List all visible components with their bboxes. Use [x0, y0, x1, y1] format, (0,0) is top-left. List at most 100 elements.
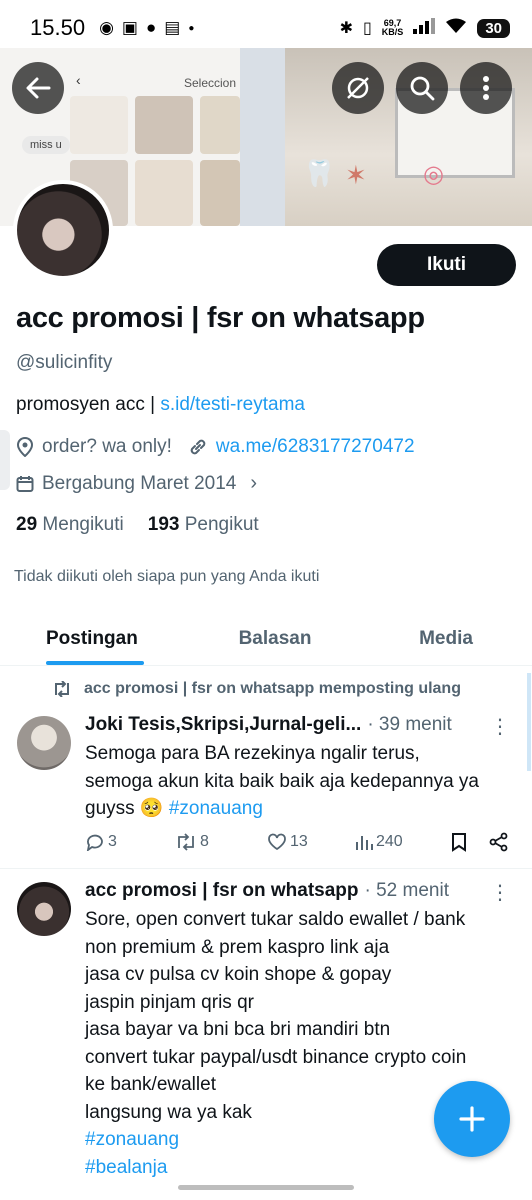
followers-count: 193 [147, 514, 180, 535]
app-icon: ▤ [164, 18, 181, 37]
profile-website[interactable]: wa.me/6283177270472 [216, 436, 415, 458]
views-icon [356, 836, 373, 850]
battery-indicator: 30 [477, 18, 510, 38]
bookmark-action[interactable] [451, 832, 489, 852]
heart-icon [268, 833, 286, 851]
post-text-line: jasa cv pulsa cv koin shope & gopay [85, 964, 392, 985]
banner-chat-bubble: miss u [22, 136, 70, 154]
back-arrow-icon [26, 77, 51, 99]
plus-icon [459, 1106, 485, 1132]
messenger-icon: ● [145, 18, 157, 37]
location-icon [16, 437, 34, 457]
profile-avatar[interactable] [13, 180, 113, 280]
post-author-avatar[interactable] [17, 716, 71, 770]
hashtag-link[interactable]: #bealanja [85, 1154, 525, 1182]
repost-action[interactable]: 8 [175, 833, 267, 851]
more-notifications-dot: ● [188, 22, 195, 34]
repost-icon [178, 833, 194, 851]
calendar-icon [16, 475, 34, 492]
banner-thumb [200, 160, 240, 226]
reply-icon [86, 834, 103, 851]
grok-icon [347, 77, 369, 99]
profile-stats: 29 Mengikuti 193 Pengikut [16, 514, 259, 536]
more-vertical-icon [483, 76, 489, 100]
search-button[interactable] [396, 62, 448, 114]
post-author-name[interactable]: Joki Tesis,Skripsi,Jurnal-geli... [85, 714, 361, 736]
repost-indicator: acc promosi | fsr on whatsapp memposting… [52, 680, 461, 698]
post-text-line: convert tukar paypal/usdt binance crypto… [85, 1046, 467, 1068]
post-text-line: Semoga para BA rezekinya ngalir terus, [85, 743, 420, 764]
vibrate-icon: ▯ [362, 20, 372, 37]
post-text-line: jaspin pinjam qris qr [85, 991, 254, 1013]
following-count: 29 [16, 514, 38, 535]
wifi-icon [445, 18, 467, 39]
banner-thumb [70, 96, 128, 154]
tooth-decoration-icon: 🦷 [303, 158, 336, 188]
post-text-line: guyss 🥺 [85, 798, 169, 819]
following-stat[interactable]: 29 Mengikuti [16, 514, 124, 536]
tab-label: Postingan [46, 627, 138, 649]
like-action[interactable]: 13 [267, 833, 355, 851]
post-more-icon[interactable]: ⋮ [490, 880, 510, 905]
net-speed-unit: KB/S [381, 27, 404, 37]
share-action[interactable] [489, 832, 509, 852]
profile-tabs: Postingan Balasan Media [0, 612, 532, 666]
reply-action[interactable]: 3 [85, 833, 175, 851]
starfish-decoration-icon: ✶ [345, 160, 367, 190]
more-options-button[interactable] [460, 62, 512, 114]
profile-location: order? wa only! [42, 436, 172, 457]
post-text: Semoga para BA rezekinya ngalir terus, s… [85, 740, 525, 823]
profile-meta-location-row: order? wa only! wa.me/6283177270472 [16, 436, 415, 458]
status-time: 15.50 [30, 15, 86, 40]
post-actions: 3 8 13 240 [85, 832, 515, 852]
follow-button[interactable]: Ikuti [377, 244, 516, 286]
tab-label: Media [419, 627, 473, 649]
followers-stat[interactable]: 193 Pengikut [148, 514, 259, 536]
banner-thumb [135, 96, 193, 154]
bio-link[interactable]: s.id/testi-reytama [160, 394, 305, 415]
search-icon [410, 76, 435, 101]
post-text-line: jasa bayar va bni bca bri mandiri btn [85, 1019, 391, 1040]
side-drawer-handle[interactable] [0, 430, 10, 490]
bluetooth-icon: ✱ [339, 20, 353, 37]
tab-postingan[interactable]: Postingan [0, 612, 190, 665]
followers-label: Pengikut [184, 514, 259, 535]
chevron-right-icon: › [250, 472, 258, 494]
repost-count: 8 [200, 833, 209, 850]
compose-post-button[interactable] [434, 1081, 510, 1157]
hashtag-link[interactable]: #zonauang [169, 798, 263, 819]
profile-meta-joined-row[interactable]: Bergabung Maret 2014 › [16, 472, 257, 495]
post-more-icon[interactable]: ⋮ [490, 714, 510, 739]
post-header: Joki Tesis,Skripsi,Jurnal-geli... · 39 m… [85, 714, 452, 736]
profile-display-name: acc promosi | fsr on whatsapp [16, 302, 425, 334]
profile-handle: @sulicinfity [16, 352, 113, 373]
mutual-followers-note: Tidak diikuti oleh siapa pun yang Anda i… [14, 568, 320, 585]
tab-label: Balasan [238, 627, 312, 649]
post-header: acc promosi | fsr on whatsapp · 52 menit [85, 880, 449, 902]
scrollbar[interactable] [527, 673, 531, 771]
post-text-line: semoga akun kita baik baik aja kedepanny… [85, 770, 479, 792]
share-icon [489, 832, 508, 852]
tab-media[interactable]: Media [360, 612, 532, 665]
home-indicator[interactable] [178, 1185, 354, 1190]
banner-screenshot-header: Seleccion [184, 76, 237, 90]
instagram-icon: ▣ [121, 18, 138, 37]
bookmark-icon [452, 833, 466, 852]
signal-icon [413, 17, 436, 39]
post-divider [0, 868, 532, 869]
reply-count: 3 [108, 833, 117, 850]
profile-bio: promosyen acc | s.id/testi-reytama [16, 394, 305, 416]
banner-thumb [135, 160, 193, 226]
post-author-avatar[interactable] [17, 882, 71, 936]
notification-icons: ◉ ▣ ● ▤ ● [99, 18, 194, 38]
banner-back-arrow-icon: ‹ [76, 72, 81, 88]
following-label: Mengikuti [42, 514, 124, 535]
views-action[interactable]: 240 [355, 833, 451, 851]
post-text-line: non premium & prem kaspro link aja [85, 936, 390, 958]
banner-middle-strip [240, 48, 285, 226]
post-author-name[interactable]: acc promosi | fsr on whatsapp [85, 880, 359, 902]
tab-balasan[interactable]: Balasan [190, 612, 360, 665]
grok-button[interactable] [332, 62, 384, 114]
link-icon [190, 439, 206, 455]
back-button[interactable] [12, 62, 64, 114]
